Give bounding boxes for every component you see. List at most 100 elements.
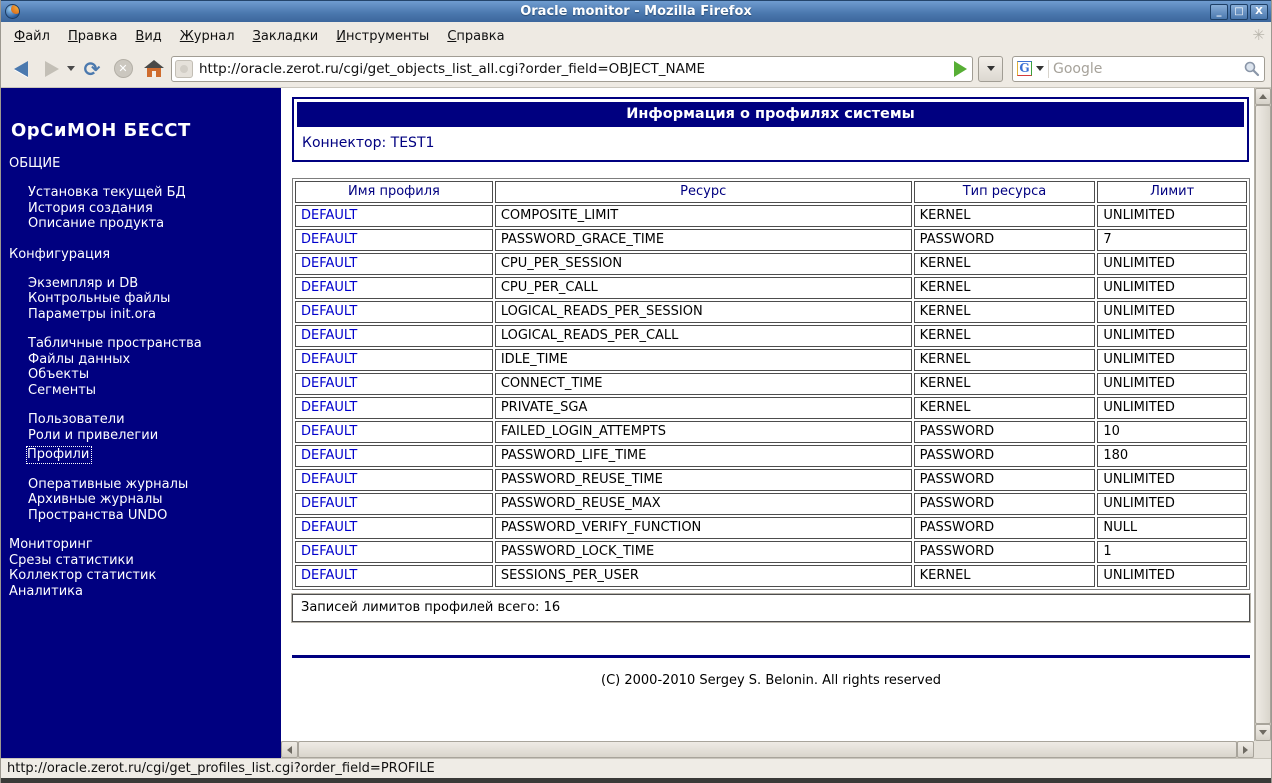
history-dropdown-icon[interactable] — [67, 66, 75, 71]
table-cell: PASSWORD — [913, 421, 1096, 443]
arrow-left-icon — [287, 745, 292, 754]
profile-link[interactable]: DEFAULT — [295, 373, 493, 395]
profile-link[interactable]: DEFAULT — [295, 565, 493, 587]
table-cell: CONNECT_TIME — [494, 373, 912, 395]
profile-link[interactable]: DEFAULT — [295, 205, 493, 227]
profile-link[interactable]: DEFAULT — [295, 277, 493, 299]
profile-link[interactable]: DEFAULT — [295, 421, 493, 443]
sidebar-item-контрольные-файлы[interactable]: Контрольные файлы — [1, 291, 281, 307]
sidebar-item-параметры-init-ora[interactable]: Параметры init.ora — [1, 307, 281, 323]
close-button[interactable]: X — [1250, 3, 1268, 20]
profile-link[interactable]: DEFAULT — [295, 349, 493, 371]
sidebar-item-табличные-пространства[interactable]: Табличные пространства — [1, 336, 281, 352]
column-header[interactable]: Тип ресурса — [913, 181, 1096, 203]
vertical-scrollbar[interactable] — [1254, 88, 1271, 741]
scroll-right-button[interactable] — [1237, 741, 1254, 758]
table-cell: PASSWORD_REUSE_MAX — [494, 493, 912, 515]
profile-link[interactable]: DEFAULT — [295, 253, 493, 275]
scroll-down-button[interactable] — [1255, 724, 1271, 741]
table-cell: PASSWORD — [913, 517, 1096, 539]
home-button[interactable] — [140, 55, 168, 83]
column-header[interactable]: Лимит — [1097, 181, 1247, 203]
table-cell: PASSWORD — [913, 493, 1096, 515]
menu-правка[interactable]: Правка — [59, 25, 126, 48]
horizontal-scrollbar[interactable] — [281, 741, 1254, 758]
table-header-row: Имя профиля Ресурс Тип ресурса Лимит — [295, 181, 1247, 203]
url-bar[interactable]: http://oracle.zerot.ru/cgi/get_objects_l… — [171, 55, 973, 82]
search-input[interactable]: Google — [1053, 61, 1243, 77]
profile-link[interactable]: DEFAULT — [295, 325, 493, 347]
vertical-scrollbar-thumb[interactable] — [1255, 105, 1271, 724]
record-count: Записей лимитов профилей всего: 16 — [291, 593, 1251, 623]
profile-link[interactable]: DEFAULT — [295, 397, 493, 419]
sidebar-item-сегменты[interactable]: Сегменты — [1, 383, 281, 399]
go-icon[interactable] — [954, 60, 967, 77]
url-input[interactable]: http://oracle.zerot.ru/cgi/get_objects_l… — [193, 61, 954, 77]
sidebar-item-срезы-статистики[interactable]: Срезы статистики — [1, 553, 281, 569]
stop-button[interactable]: ✕ — [109, 55, 137, 83]
table-row: DEFAULT PASSWORD_VERIFY_FUNCTION PASSWORD N… — [295, 517, 1247, 539]
menu-журнал[interactable]: Журнал — [171, 25, 244, 48]
search-icon[interactable] — [1243, 60, 1260, 77]
search-box[interactable]: G Google — [1012, 55, 1265, 82]
table-cell: UNLIMITED — [1097, 373, 1247, 395]
profiles-table: Имя профиля Ресурс Тип ресурса Лимит DEFAUL… — [292, 178, 1250, 590]
stop-icon: ✕ — [113, 59, 133, 78]
sidebar-item-аналитика[interactable]: Аналитика — [1, 584, 281, 600]
arrow-right-icon — [1243, 745, 1248, 754]
sidebar-item-экземпляр-и-db[interactable]: Экземпляр и DB — [1, 276, 281, 292]
back-button[interactable] — [7, 55, 35, 83]
sidebar-item-архивные-журналы[interactable]: Архивные журналы — [1, 492, 281, 508]
sidebar-item-мониторинг[interactable]: Мониторинг — [1, 537, 281, 553]
profile-link[interactable]: DEFAULT — [295, 301, 493, 323]
table-cell: UNLIMITED — [1097, 253, 1247, 275]
forward-button[interactable] — [38, 55, 66, 83]
profile-link[interactable]: DEFAULT — [295, 517, 493, 539]
profile-link[interactable]: DEFAULT — [295, 445, 493, 467]
sidebar-item-пользователи[interactable]: Пользователи — [1, 412, 281, 428]
sidebar-item-пространства-undo[interactable]: Пространства UNDO — [1, 508, 281, 524]
sidebar-item-история-создания[interactable]: История создания — [1, 201, 281, 217]
menu-вид[interactable]: Вид — [126, 25, 170, 48]
sidebar-item-коллектор-статистик[interactable]: Коллектор статистик — [1, 568, 281, 584]
sidebar-item-описание-продукта[interactable]: Описание продукта — [1, 216, 281, 232]
profile-link[interactable]: DEFAULT — [295, 469, 493, 491]
column-header[interactable]: Имя профиля — [295, 181, 493, 203]
profile-link[interactable]: DEFAULT — [295, 229, 493, 251]
maximize-button[interactable]: □ — [1230, 3, 1248, 20]
url-dropdown-button[interactable] — [978, 55, 1003, 82]
table-cell: 180 — [1097, 445, 1247, 467]
google-engine-icon[interactable]: G — [1017, 61, 1032, 76]
minimize-button[interactable]: _ — [1210, 3, 1228, 20]
menu-файл[interactable]: Файл — [5, 25, 59, 48]
table-cell: 1 — [1097, 541, 1247, 563]
column-header[interactable]: Ресурс — [494, 181, 912, 203]
profile-link[interactable]: DEFAULT — [295, 541, 493, 563]
search-engine-dropdown-icon[interactable] — [1036, 66, 1044, 71]
menu-справка[interactable]: Справка — [438, 25, 513, 48]
menu-закладки[interactable]: Закладки — [244, 25, 328, 48]
profile-link[interactable]: DEFAULT — [295, 493, 493, 515]
table-cell: UNLIMITED — [1097, 277, 1247, 299]
info-panel: Информация о профилях системы Коннектор:… — [292, 97, 1249, 162]
scroll-up-button[interactable] — [1255, 88, 1271, 105]
main-content: Информация о профилях системы Коннектор:… — [281, 88, 1254, 741]
reload-button[interactable]: ⟳ — [78, 55, 106, 83]
menu-инструменты[interactable]: Инструменты — [327, 25, 438, 48]
table-cell: PASSWORD — [913, 229, 1096, 251]
sidebar-item-установка-текущей-бд[interactable]: Установка текущей БД — [1, 185, 281, 201]
table-cell: PASSWORD_LOCK_TIME — [494, 541, 912, 563]
table-row: DEFAULT IDLE_TIME KERNEL UNLIMITED — [295, 349, 1247, 371]
table-cell: KERNEL — [913, 301, 1096, 323]
scroll-left-button[interactable] — [281, 741, 298, 758]
table-cell: KERNEL — [913, 397, 1096, 419]
sidebar-item-роли-и-привелегии[interactable]: Роли и привелегии — [1, 428, 281, 444]
sidebar-item-профили[interactable]: Профили — [25, 446, 93, 464]
horizontal-scrollbar-thumb[interactable] — [298, 741, 1237, 758]
table-row: DEFAULT CONNECT_TIME KERNEL UNLIMITED — [295, 373, 1247, 395]
scrollbar-corner — [1254, 741, 1271, 758]
sidebar-item-объекты[interactable]: Объекты — [1, 367, 281, 383]
sidebar-item-оперативные-журналы[interactable]: Оперативные журналы — [1, 477, 281, 493]
status-link-url: http://oracle.zerot.ru/cgi/get_profiles_… — [7, 761, 435, 776]
sidebar-item-файлы-данных[interactable]: Файлы данных — [1, 352, 281, 368]
